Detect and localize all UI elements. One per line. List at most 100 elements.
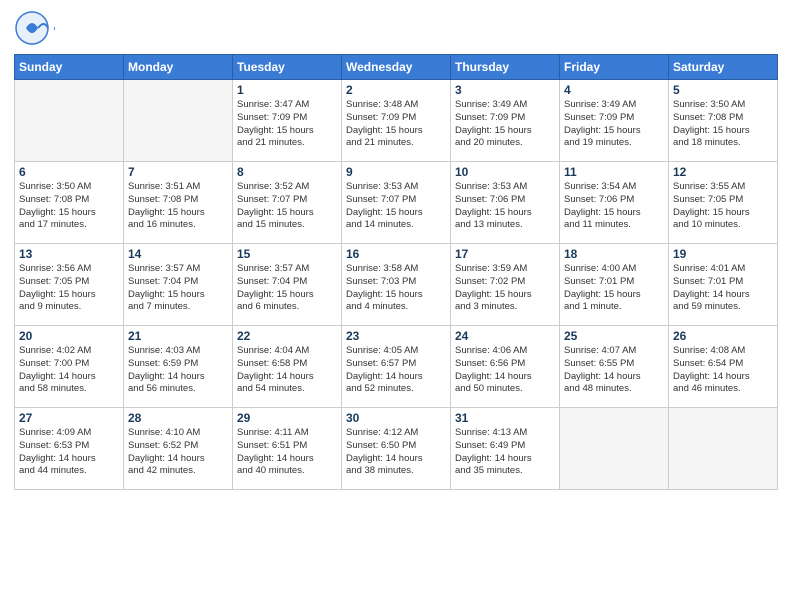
day-number: 19 (673, 247, 773, 261)
day-number: 9 (346, 165, 446, 179)
calendar-cell: 15 Sunrise: 3:57 AM Sunset: 7:04 PM Dayli… (233, 244, 342, 326)
cell-info: Sunrise: 3:50 AM Sunset: 7:08 PM Dayligh… (673, 99, 773, 150)
cell-info: Sunrise: 3:49 AM Sunset: 7:09 PM Dayligh… (564, 99, 664, 150)
calendar-cell: 29 Sunrise: 4:11 AM Sunset: 6:51 PM Dayli… (233, 408, 342, 490)
day-number: 25 (564, 329, 664, 343)
day-number: 17 (455, 247, 555, 261)
cell-info: Sunrise: 4:00 AM Sunset: 7:01 PM Dayligh… (564, 263, 664, 314)
day-number: 15 (237, 247, 337, 261)
week-row-3: 13 Sunrise: 3:56 AM Sunset: 7:05 PM Dayli… (15, 244, 778, 326)
day-number: 21 (128, 329, 228, 343)
cell-info: Sunrise: 4:03 AM Sunset: 6:59 PM Dayligh… (128, 345, 228, 396)
cell-info: Sunrise: 3:57 AM Sunset: 7:04 PM Dayligh… (237, 263, 337, 314)
calendar-table: SundayMondayTuesdayWednesdayThursdayFrid… (14, 54, 778, 490)
day-number: 8 (237, 165, 337, 179)
day-number: 16 (346, 247, 446, 261)
cell-info: Sunrise: 3:51 AM Sunset: 7:08 PM Dayligh… (128, 181, 228, 232)
day-number: 2 (346, 83, 446, 97)
cell-info: Sunrise: 4:09 AM Sunset: 6:53 PM Dayligh… (19, 427, 119, 478)
calendar-cell: 8 Sunrise: 3:52 AM Sunset: 7:07 PM Daylig… (233, 162, 342, 244)
calendar-cell: 23 Sunrise: 4:05 AM Sunset: 6:57 PM Dayli… (342, 326, 451, 408)
calendar-cell: 27 Sunrise: 4:09 AM Sunset: 6:53 PM Dayli… (15, 408, 124, 490)
cell-info: Sunrise: 3:53 AM Sunset: 7:06 PM Dayligh… (455, 181, 555, 232)
day-number: 22 (237, 329, 337, 343)
day-number: 6 (19, 165, 119, 179)
day-number: 28 (128, 411, 228, 425)
week-row-1: 1 Sunrise: 3:47 AM Sunset: 7:09 PM Daylig… (15, 80, 778, 162)
cell-info: Sunrise: 3:52 AM Sunset: 7:07 PM Dayligh… (237, 181, 337, 232)
weekday-header-saturday: Saturday (669, 55, 778, 80)
calendar-cell: 31 Sunrise: 4:13 AM Sunset: 6:49 PM Dayli… (451, 408, 560, 490)
cell-info: Sunrise: 3:48 AM Sunset: 7:09 PM Dayligh… (346, 99, 446, 150)
logo-underline (54, 27, 55, 30)
calendar-cell: 26Sunrise: 4:08 AM Sunset: 6:54 PM Dayli… (669, 326, 778, 408)
week-row-5: 27 Sunrise: 4:09 AM Sunset: 6:53 PM Dayli… (15, 408, 778, 490)
calendar-cell: 13 Sunrise: 3:56 AM Sunset: 7:05 PM Dayli… (15, 244, 124, 326)
calendar-cell: 3 Sunrise: 3:49 AM Sunset: 7:09 PM Daylig… (451, 80, 560, 162)
cell-info: Sunrise: 4:12 AM Sunset: 6:50 PM Dayligh… (346, 427, 446, 478)
calendar-cell: 7 Sunrise: 3:51 AM Sunset: 7:08 PM Daylig… (124, 162, 233, 244)
calendar-page: SundayMondayTuesdayWednesdayThursdayFrid… (0, 0, 792, 612)
calendar-cell: 1 Sunrise: 3:47 AM Sunset: 7:09 PM Daylig… (233, 80, 342, 162)
day-number: 23 (346, 329, 446, 343)
cell-info: Sunrise: 3:54 AM Sunset: 7:06 PM Dayligh… (564, 181, 664, 232)
day-number: 4 (564, 83, 664, 97)
cell-info: Sunrise: 3:47 AM Sunset: 7:09 PM Dayligh… (237, 99, 337, 150)
cell-info: Sunrise: 3:49 AM Sunset: 7:09 PM Dayligh… (455, 99, 555, 150)
day-number: 27 (19, 411, 119, 425)
day-number: 18 (564, 247, 664, 261)
weekday-header-sunday: Sunday (15, 55, 124, 80)
calendar-cell: 25Sunrise: 4:07 AM Sunset: 6:55 PM Dayli… (560, 326, 669, 408)
day-number: 31 (455, 411, 555, 425)
calendar-cell: 24 Sunrise: 4:06 AM Sunset: 6:56 PM Dayli… (451, 326, 560, 408)
week-row-4: 20Sunrise: 4:02 AM Sunset: 7:00 PM Dayli… (15, 326, 778, 408)
weekday-header-tuesday: Tuesday (233, 55, 342, 80)
day-number: 24 (455, 329, 555, 343)
day-number: 5 (673, 83, 773, 97)
calendar-cell: 4 Sunrise: 3:49 AM Sunset: 7:09 PM Daylig… (560, 80, 669, 162)
day-number: 29 (237, 411, 337, 425)
weekday-header-wednesday: Wednesday (342, 55, 451, 80)
cell-info: Sunrise: 3:55 AM Sunset: 7:05 PM Dayligh… (673, 181, 773, 232)
cell-info: Sunrise: 3:56 AM Sunset: 7:05 PM Dayligh… (19, 263, 119, 314)
weekday-header-friday: Friday (560, 55, 669, 80)
calendar-cell: 28 Sunrise: 4:10 AM Sunset: 6:52 PM Dayli… (124, 408, 233, 490)
cell-info: Sunrise: 4:05 AM Sunset: 6:57 PM Dayligh… (346, 345, 446, 396)
cell-info: Sunrise: 3:59 AM Sunset: 7:02 PM Dayligh… (455, 263, 555, 314)
day-number: 3 (455, 83, 555, 97)
day-number: 30 (346, 411, 446, 425)
calendar-cell: 12 Sunrise: 3:55 AM Sunset: 7:05 PM Dayli… (669, 162, 778, 244)
calendar-cell: 6Sunrise: 3:50 AM Sunset: 7:08 PM Daylig… (15, 162, 124, 244)
cell-info: Sunrise: 3:57 AM Sunset: 7:04 PM Dayligh… (128, 263, 228, 314)
calendar-cell: 20Sunrise: 4:02 AM Sunset: 7:00 PM Dayli… (15, 326, 124, 408)
day-number: 12 (673, 165, 773, 179)
header (14, 10, 778, 46)
logo-icon (14, 10, 50, 46)
calendar-cell: 17 Sunrise: 3:59 AM Sunset: 7:02 PM Dayli… (451, 244, 560, 326)
calendar-cell: 22Sunrise: 4:04 AM Sunset: 6:58 PM Dayli… (233, 326, 342, 408)
calendar-cell: 21 Sunrise: 4:03 AM Sunset: 6:59 PM Dayli… (124, 326, 233, 408)
calendar-cell: 5 Sunrise: 3:50 AM Sunset: 7:08 PM Daylig… (669, 80, 778, 162)
weekday-header-thursday: Thursday (451, 55, 560, 80)
calendar-cell: 10Sunrise: 3:53 AM Sunset: 7:06 PM Dayli… (451, 162, 560, 244)
day-number: 13 (19, 247, 119, 261)
day-number: 11 (564, 165, 664, 179)
calendar-cell: 19Sunrise: 4:01 AM Sunset: 7:01 PM Dayli… (669, 244, 778, 326)
day-number: 7 (128, 165, 228, 179)
calendar-cell (15, 80, 124, 162)
cell-info: Sunrise: 4:06 AM Sunset: 6:56 PM Dayligh… (455, 345, 555, 396)
calendar-cell: 14 Sunrise: 3:57 AM Sunset: 7:04 PM Dayli… (124, 244, 233, 326)
logo (14, 10, 55, 46)
cell-info: Sunrise: 3:53 AM Sunset: 7:07 PM Dayligh… (346, 181, 446, 232)
calendar-cell: 2 Sunrise: 3:48 AM Sunset: 7:09 PM Daylig… (342, 80, 451, 162)
cell-info: Sunrise: 4:13 AM Sunset: 6:49 PM Dayligh… (455, 427, 555, 478)
weekday-header-monday: Monday (124, 55, 233, 80)
day-number: 14 (128, 247, 228, 261)
weekday-header-row: SundayMondayTuesdayWednesdayThursdayFrid… (15, 55, 778, 80)
cell-info: Sunrise: 4:11 AM Sunset: 6:51 PM Dayligh… (237, 427, 337, 478)
cell-info: Sunrise: 4:08 AM Sunset: 6:54 PM Dayligh… (673, 345, 773, 396)
cell-info: Sunrise: 4:10 AM Sunset: 6:52 PM Dayligh… (128, 427, 228, 478)
day-number: 1 (237, 83, 337, 97)
cell-info: Sunrise: 3:58 AM Sunset: 7:03 PM Dayligh… (346, 263, 446, 314)
calendar-cell: 16 Sunrise: 3:58 AM Sunset: 7:03 PM Dayli… (342, 244, 451, 326)
